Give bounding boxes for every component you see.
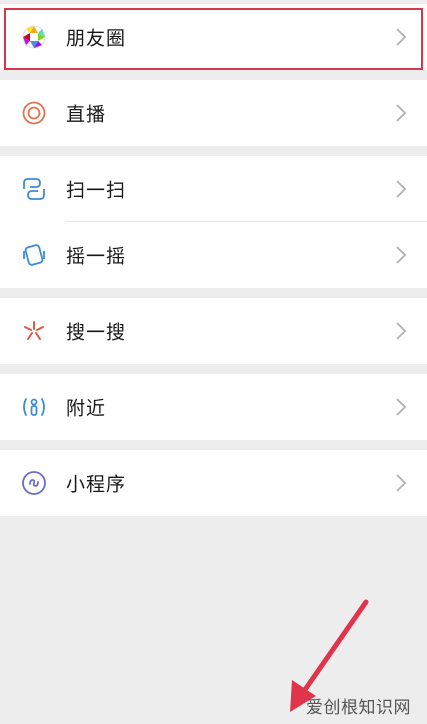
menu-item-scan[interactable]: 扫一扫 <box>0 156 427 222</box>
chevron-right-icon <box>396 180 407 198</box>
menu-group-mini-programs: 小程序 <box>0 450 427 516</box>
menu-item-shake[interactable]: 摇一摇 <box>0 222 427 288</box>
chevron-right-icon <box>396 398 407 416</box>
group-gap <box>0 440 427 450</box>
nearby-person-icon <box>20 393 48 421</box>
chevron-right-icon <box>396 474 407 492</box>
chevron-right-icon <box>396 104 407 122</box>
menu-item-search[interactable]: 搜一搜 <box>0 298 427 364</box>
group-gap <box>0 364 427 374</box>
menu-item-label: 小程序 <box>66 473 127 496</box>
chevron-right-icon <box>396 322 407 340</box>
menu-group-moments: 朋友圈 <box>0 4 427 70</box>
menu-group-live: 直播 <box>0 80 427 146</box>
discover-menu: 朋友圈 直播 扫一扫 摇一摇 搜一搜 附近 小程序 <box>0 4 427 516</box>
search-sparkle-icon <box>20 317 48 345</box>
menu-item-label: 朋友圈 <box>66 27 127 50</box>
chevron-right-icon <box>396 246 407 264</box>
menu-group-nearby: 附近 <box>0 374 427 440</box>
menu-item-label: 直播 <box>66 103 107 126</box>
group-gap <box>0 146 427 156</box>
menu-item-label: 附近 <box>66 397 107 420</box>
mini-program-icon <box>20 469 48 497</box>
menu-group-scan-shake: 扫一扫 摇一摇 <box>0 156 427 288</box>
shake-icon <box>20 241 48 269</box>
menu-item-live[interactable]: 直播 <box>0 80 427 146</box>
menu-item-mini-programs[interactable]: 小程序 <box>0 450 427 516</box>
live-ring-icon <box>20 99 48 127</box>
chevron-right-icon <box>396 28 407 46</box>
moments-aperture-icon <box>20 23 48 51</box>
group-gap <box>0 70 427 80</box>
menu-item-label: 扫一扫 <box>66 179 127 202</box>
menu-item-nearby[interactable]: 附近 <box>0 374 427 440</box>
scan-icon <box>20 175 48 203</box>
watermark: 爱创根知识网 <box>306 698 411 718</box>
group-gap <box>0 288 427 298</box>
menu-item-label: 摇一摇 <box>66 245 127 268</box>
menu-group-search: 搜一搜 <box>0 298 427 364</box>
menu-item-moments[interactable]: 朋友圈 <box>0 4 427 70</box>
menu-item-label: 搜一搜 <box>66 321 127 344</box>
